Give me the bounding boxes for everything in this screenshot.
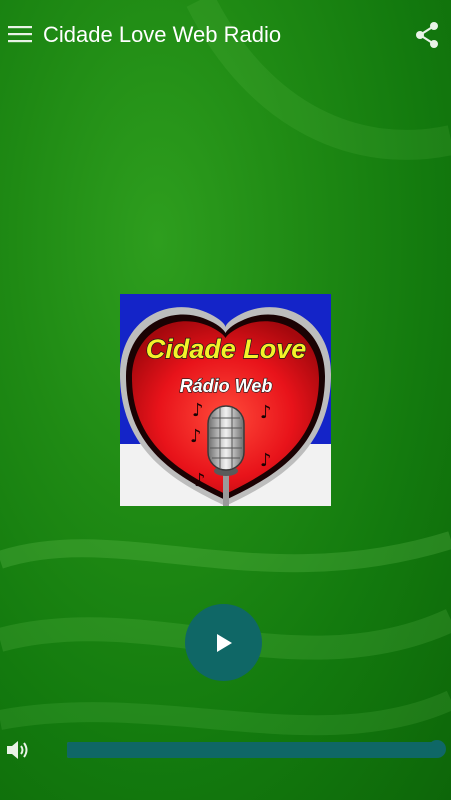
volume-icon (7, 741, 28, 759)
play-icon (216, 633, 232, 652)
share-button[interactable] (410, 18, 444, 52)
svg-text:♪: ♪ (194, 470, 206, 491)
menu-button[interactable] (4, 16, 36, 52)
share-icon (416, 22, 438, 48)
volume-button[interactable] (4, 737, 32, 763)
svg-text:♪: ♪ (190, 426, 202, 447)
hamburger-menu-icon (8, 26, 32, 43)
play-button[interactable] (185, 604, 262, 681)
logo-title: Cidade Love (146, 334, 307, 364)
app-title: Cidade Love Web Radio (43, 22, 282, 47)
volume-slider-thumb[interactable] (428, 740, 446, 758)
svg-text:♪: ♪ (192, 400, 204, 421)
svg-text:♪: ♪ (260, 450, 272, 471)
station-logo: Cidade Love Rádio Web ♪ ♪ ♪ ♪ ♪ (120, 294, 331, 506)
svg-text:♪: ♪ (260, 402, 272, 423)
app-bar: Cidade Love Web Radio (0, 0, 451, 70)
logo-subtitle: Rádio Web (180, 376, 273, 396)
volume-slider-fill (67, 742, 437, 758)
volume-slider[interactable] (67, 742, 437, 758)
